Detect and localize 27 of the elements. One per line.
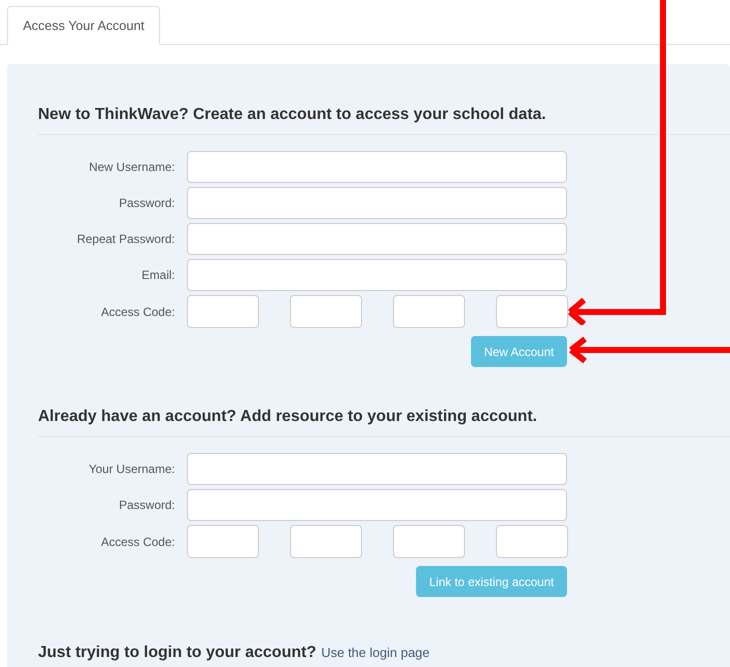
input-field[interactable] <box>187 187 567 219</box>
section-heading: Already have an account? Add resource to your existing account. <box>38 406 730 437</box>
access-code-field[interactable] <box>393 295 465 328</box>
access-code-field[interactable] <box>290 525 362 558</box>
input-field[interactable] <box>187 223 567 255</box>
field-label: Access Code: <box>100 534 175 550</box>
field-label: Your Username: <box>88 461 175 478</box>
tab[interactable]: Access Your Account <box>7 6 160 45</box>
access-code-field[interactable] <box>187 525 259 558</box>
access-code-field[interactable] <box>393 525 465 558</box>
access-code-field[interactable] <box>496 525 568 558</box>
field-label: Password: <box>118 195 175 212</box>
field-label: New Username: <box>88 159 175 176</box>
input-field[interactable] <box>187 489 567 521</box>
login-link[interactable]: Use the login page <box>321 643 430 662</box>
input-field[interactable] <box>187 259 567 291</box>
access-code-field[interactable] <box>496 295 568 328</box>
field-label: Email: <box>140 267 175 284</box>
input-field[interactable] <box>187 151 567 183</box>
field-label: Repeat Password: <box>76 231 175 248</box>
footer-question: Just trying to login to your account? <box>38 643 316 663</box>
access-code-field[interactable] <box>290 295 362 328</box>
field-label: Password: <box>118 497 175 514</box>
section-heading: New to ThinkWave? Create an account to access your school data. <box>38 104 730 135</box>
input-field[interactable] <box>187 453 567 485</box>
field-label: Access Code: <box>100 304 175 320</box>
access-code-field[interactable] <box>187 295 259 328</box>
